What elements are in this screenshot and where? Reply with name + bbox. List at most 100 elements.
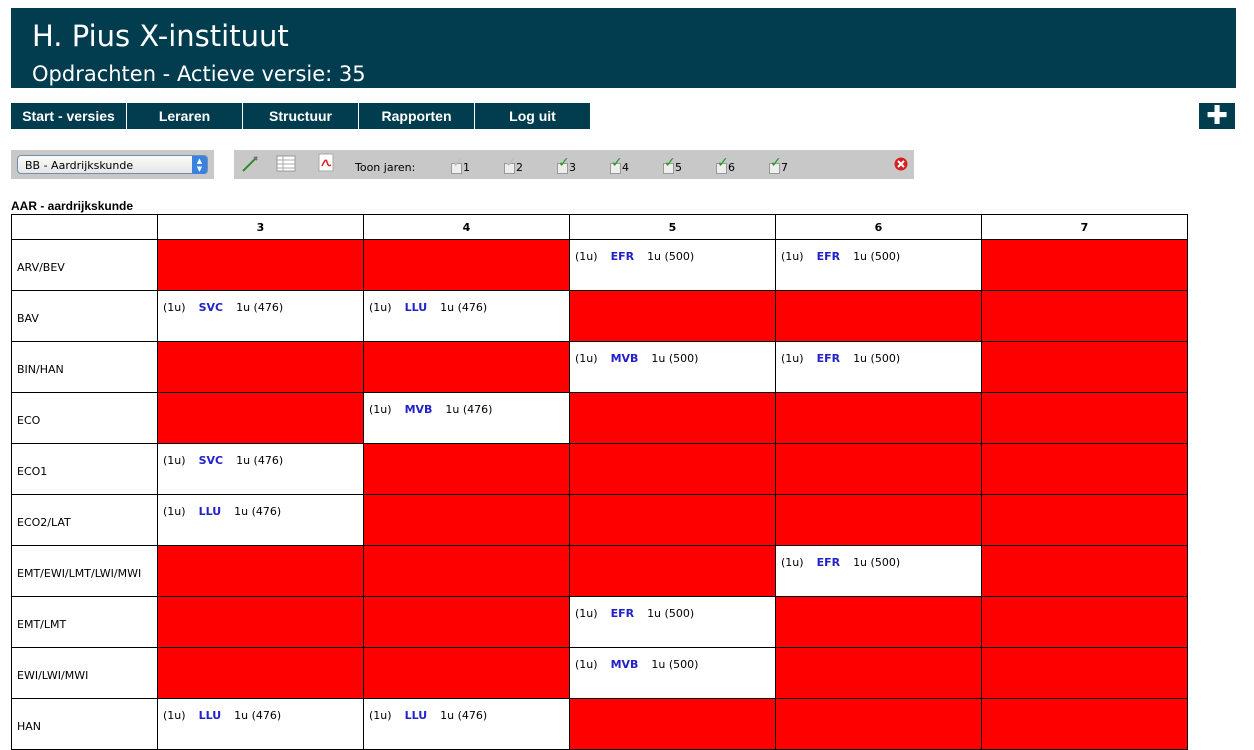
assignment-cell[interactable]: (1u) MVB 1u (500) — [569, 647, 776, 699]
assignment-cell[interactable]: (1u) LLU 1u (476) — [363, 698, 570, 750]
unassigned-cell[interactable] — [981, 341, 1188, 393]
unassigned-cell[interactable] — [157, 392, 364, 444]
unassigned-cell[interactable] — [981, 443, 1188, 495]
table-row: ARV/BEV (1u) EFR 1u (500) (1u) EFR 1u (500) — [11, 239, 1188, 291]
grid-header-row: 3 4 5 6 7 — [11, 214, 1188, 240]
teacher-code-link[interactable]: EFR — [817, 250, 841, 263]
teacher-code-link[interactable]: LLU — [405, 709, 428, 722]
assignment-cell[interactable]: (1u) EFR 1u (500) — [775, 341, 982, 393]
nav-log-uit-button[interactable]: Log uit — [475, 103, 590, 129]
row-label: ECO2/LAT — [11, 494, 158, 546]
unassigned-cell[interactable] — [981, 392, 1188, 444]
teacher-code-link[interactable]: SVC — [199, 301, 224, 314]
assignment-cell[interactable]: (1u) MVB 1u (500) — [569, 341, 776, 393]
toon-jaren-label: Toon jaren: — [355, 161, 416, 174]
unassigned-cell[interactable] — [775, 494, 982, 546]
teacher-code-link[interactable]: MVB — [405, 403, 433, 416]
unassigned-cell[interactable] — [363, 494, 570, 546]
unassigned-cell[interactable] — [157, 239, 364, 291]
row-label: EWI/LWI/MWI — [11, 647, 158, 699]
teacher-code-link[interactable]: EFR — [611, 607, 635, 620]
version-subtitle: Opdrachten - Actieve versie: 35 — [32, 62, 366, 86]
teacher-code-link[interactable]: LLU — [405, 301, 428, 314]
pencil-icon[interactable] — [240, 150, 260, 179]
teacher-code-link[interactable]: MVB — [611, 352, 639, 365]
unassigned-cell[interactable] — [157, 647, 364, 699]
assignment-cell[interactable]: (1u) EFR 1u (500) — [775, 239, 982, 291]
assignment-hours: (1u) — [163, 301, 186, 314]
unassigned-cell[interactable] — [569, 290, 776, 342]
assignment-cell[interactable]: (1u) EFR 1u (500) — [569, 239, 776, 291]
unassigned-cell[interactable] — [569, 392, 776, 444]
unassigned-cell[interactable] — [981, 698, 1188, 750]
unassigned-cell[interactable] — [981, 239, 1188, 291]
unassigned-cell[interactable] — [981, 647, 1188, 699]
teacher-code-link[interactable]: LLU — [199, 505, 222, 518]
teacher-code-link[interactable]: LLU — [199, 709, 222, 722]
table-row: EMT/EWI/LMT/LWI/MWI (1u) EFR 1u (500) — [11, 545, 1188, 597]
unassigned-cell[interactable] — [363, 443, 570, 495]
unassigned-cell[interactable] — [775, 290, 982, 342]
assignment-cell[interactable]: (1u) LLU 1u (476) — [363, 290, 570, 342]
year-4-checkbox[interactable]: ✓ 4 — [610, 150, 629, 179]
unassigned-cell[interactable] — [569, 443, 776, 495]
assignment-hours: (1u) — [781, 352, 804, 365]
assignment-cell[interactable]: (1u) SVC 1u (476) — [157, 443, 364, 495]
year-7-checkbox[interactable]: ✓ 7 — [769, 150, 788, 179]
assignment-cell[interactable]: (1u) EFR 1u (500) — [775, 545, 982, 597]
row-label: ECO — [11, 392, 158, 444]
unassigned-cell[interactable] — [363, 545, 570, 597]
unassigned-cell[interactable] — [775, 698, 982, 750]
unassigned-cell[interactable] — [981, 494, 1188, 546]
year-2-checkbox[interactable]: ✓ 2 — [504, 150, 523, 179]
subject-select[interactable]: BB - Aardrijkskunde ▲ ▼ — [17, 155, 208, 174]
table-icon[interactable] — [276, 150, 296, 179]
close-icon[interactable] — [894, 150, 908, 179]
unassigned-cell[interactable] — [775, 392, 982, 444]
unassigned-cell[interactable] — [569, 545, 776, 597]
assignment-cell[interactable]: (1u) LLU 1u (476) — [157, 698, 364, 750]
assignment-hours: (1u) — [163, 454, 186, 467]
unassigned-cell[interactable] — [363, 341, 570, 393]
pdf-icon[interactable] — [316, 150, 336, 179]
assignment-cell[interactable]: (1u) MVB 1u (476) — [363, 392, 570, 444]
teacher-code-link[interactable]: EFR — [611, 250, 635, 263]
unassigned-cell[interactable] — [775, 647, 982, 699]
unassigned-cell[interactable] — [157, 341, 364, 393]
column-header: 4 — [363, 214, 570, 240]
nav-leraren-button[interactable]: Leraren — [127, 103, 242, 129]
year-3-checkbox[interactable]: ✓ 3 — [557, 150, 576, 179]
table-row: ECO (1u) MVB 1u (476) — [11, 392, 1188, 444]
nav-structuur-button[interactable]: Structuur — [243, 103, 358, 129]
teacher-code-link[interactable]: EFR — [817, 556, 841, 569]
unassigned-cell[interactable] — [569, 698, 776, 750]
year-6-checkbox[interactable]: ✓ 6 — [716, 150, 735, 179]
add-icon[interactable]: ✚ — [1199, 103, 1235, 129]
unassigned-cell[interactable] — [981, 290, 1188, 342]
year-5-checkbox[interactable]: ✓ 5 — [663, 150, 682, 179]
main-nav: Start - versies Leraren Structuur Rappor… — [11, 103, 591, 129]
teacher-code-link[interactable]: EFR — [817, 352, 841, 365]
checkbox-checked-icon: ✓ — [663, 156, 676, 174]
unassigned-cell[interactable] — [363, 647, 570, 699]
unassigned-cell[interactable] — [569, 494, 776, 546]
unassigned-cell[interactable] — [981, 545, 1188, 597]
assignment-detail: 1u (500) — [651, 658, 699, 671]
year-1-checkbox[interactable]: ✓ 1 — [451, 150, 470, 179]
teacher-code-link[interactable]: MVB — [611, 658, 639, 671]
unassigned-cell[interactable] — [157, 545, 364, 597]
table-row: ECO2/LAT (1u) LLU 1u (476) — [11, 494, 1188, 546]
unassigned-cell[interactable] — [363, 239, 570, 291]
nav-rapporten-button[interactable]: Rapporten — [359, 103, 474, 129]
year-label: 7 — [781, 161, 788, 174]
toolbar: Toon jaren: ✓ 1 ✓ 2 ✓ 3 ✓ 4 ✓ 5 ✓ 6 ✓ 7 — [234, 150, 914, 179]
assignment-grid: 3 4 5 6 7 ARV/BEV (1u) EFR 1u (500) (1u) EFR 1… — [11, 214, 1188, 750]
unassigned-cell[interactable] — [775, 443, 982, 495]
teacher-code-link[interactable]: SVC — [199, 454, 224, 467]
nav-start-versies-button[interactable]: Start - versies — [11, 103, 126, 129]
assignment-hours: (1u) — [369, 709, 392, 722]
column-header: 7 — [981, 214, 1188, 240]
assignment-cell[interactable]: (1u) LLU 1u (476) — [157, 494, 364, 546]
assignment-cell[interactable]: (1u) SVC 1u (476) — [157, 290, 364, 342]
column-header: 3 — [157, 214, 364, 240]
